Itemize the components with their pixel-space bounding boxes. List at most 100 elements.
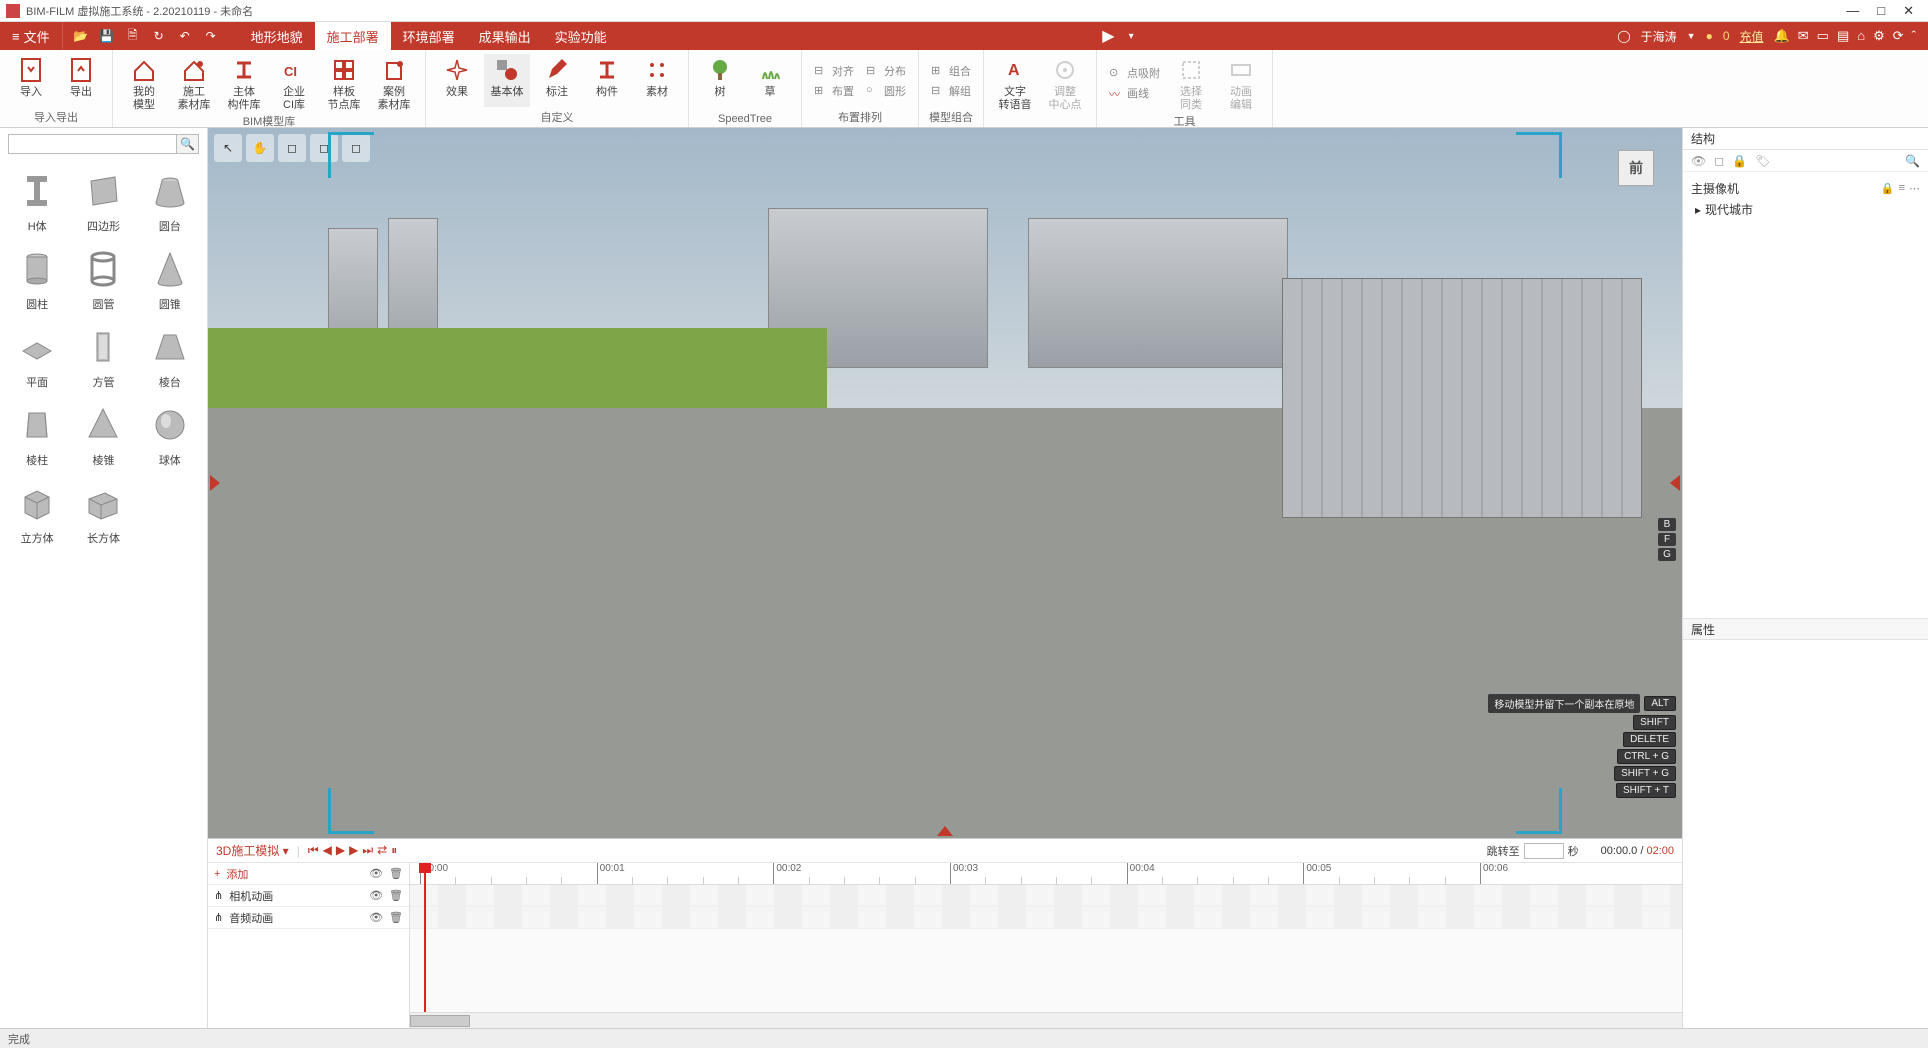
- saveas-icon[interactable]: 🗎: [125, 28, 141, 44]
- view-cube[interactable]: 前: [1606, 138, 1666, 198]
- mainlib-button[interactable]: 主体 构件库: [221, 54, 267, 111]
- lock-icon[interactable]: 🔒: [1732, 154, 1747, 168]
- tts-button[interactable]: A文字 转语音: [992, 54, 1038, 111]
- play-icon[interactable]: ▶: [1102, 26, 1114, 46]
- constlib-button[interactable]: 施工 素材库: [171, 54, 217, 111]
- lock-icon[interactable]: 🔒: [1881, 182, 1895, 195]
- tl-first-icon[interactable]: ⏮: [308, 843, 319, 858]
- play-dropdown-icon[interactable]: ▾: [1129, 31, 1134, 42]
- export-button[interactable]: 导出: [58, 54, 104, 107]
- scrollbar-thumb[interactable]: [410, 1015, 470, 1027]
- track-area[interactable]: 00:0000:0100:0200:0300:0400:0500:06: [410, 863, 1682, 1028]
- history-icon[interactable]: ↻: [151, 28, 167, 44]
- doc-icon[interactable]: ▤: [1837, 28, 1849, 44]
- shape-item-7[interactable]: 方管: [72, 324, 134, 390]
- home-icon[interactable]: ⌂: [1857, 28, 1865, 44]
- effect-button[interactable]: 效果: [434, 54, 480, 107]
- viewport-arrow-right[interactable]: [1670, 475, 1680, 491]
- primitive-button[interactable]: 基本体: [484, 54, 530, 107]
- tl-pause-icon[interactable]: ⏸: [391, 843, 397, 858]
- viewport-3d[interactable]: ↖ ✋ ◻ ◻ ◻ 前 B F G 移动模型并留下一个副本在原地ALT: [208, 128, 1682, 838]
- timeline-scrollbar[interactable]: [410, 1012, 1682, 1028]
- distribute-button[interactable]: ⊟分布: [862, 62, 910, 80]
- tag-icon[interactable]: 🏷: [1755, 154, 1770, 168]
- cilib-button[interactable]: CI企业 CI库: [271, 54, 317, 111]
- close-button[interactable]: ✕: [1903, 3, 1914, 19]
- tree-button[interactable]: 树: [697, 54, 743, 111]
- tab-experimental[interactable]: 实验功能: [543, 22, 619, 50]
- playhead[interactable]: [424, 863, 426, 1028]
- tab-construction[interactable]: 施工部署: [315, 22, 391, 50]
- track-lane-camera[interactable]: [410, 885, 1682, 907]
- jump-input[interactable]: [1524, 843, 1564, 859]
- shape-item-0[interactable]: H体: [6, 168, 68, 234]
- search-icon[interactable]: 🔍: [1905, 154, 1920, 168]
- mymodel-button[interactable]: 我的 模型: [121, 54, 167, 111]
- bell-icon[interactable]: 🔔: [1774, 28, 1790, 44]
- shape-item-8[interactable]: 棱台: [139, 324, 201, 390]
- view-cube-face[interactable]: 前: [1618, 150, 1654, 186]
- grass-button[interactable]: 草: [747, 54, 793, 111]
- trash-icon[interactable]: 🗑: [389, 889, 403, 902]
- cursor-tool-icon[interactable]: ↖: [214, 134, 242, 162]
- menu-icon[interactable]: ≡: [1899, 182, 1905, 195]
- pivot-button[interactable]: 调整 中心点: [1042, 54, 1088, 111]
- eye-icon[interactable]: 👁: [369, 911, 383, 924]
- user-name[interactable]: 于海涛: [1641, 28, 1677, 45]
- seltype-button[interactable]: 选择 同类: [1168, 54, 1214, 111]
- node-main-camera[interactable]: 主摄像机 🔒≡⋯: [1691, 178, 1920, 199]
- eye-icon[interactable]: 👁: [369, 867, 383, 880]
- shape-item-9[interactable]: 棱柱: [6, 402, 68, 468]
- more-icon[interactable]: ⋯: [1909, 182, 1920, 195]
- tab-environment[interactable]: 环境部署: [391, 22, 467, 50]
- gear-icon[interactable]: ⚙: [1873, 28, 1885, 44]
- shape-item-2[interactable]: 圆台: [139, 168, 201, 234]
- user-avatar-icon[interactable]: ◯: [1617, 29, 1630, 43]
- track-lane-audio[interactable]: [410, 907, 1682, 929]
- track-add[interactable]: + 添加 👁🗑: [208, 863, 409, 885]
- shape-item-12[interactable]: 立方体: [6, 480, 68, 546]
- tl-prev-icon[interactable]: ◀: [323, 843, 332, 858]
- file-menu-button[interactable]: ≡ 文件: [0, 22, 63, 50]
- refresh-icon[interactable]: ⟳: [1893, 28, 1904, 44]
- expand-icon[interactable]: ▸: [1695, 203, 1701, 217]
- ungroup-button[interactable]: ⊟解组: [927, 82, 975, 100]
- open-icon[interactable]: 📂: [73, 28, 89, 44]
- shape-item-4[interactable]: 圆管: [72, 246, 134, 312]
- tab-output[interactable]: 成果输出: [467, 22, 543, 50]
- import-button[interactable]: 导入: [8, 54, 54, 107]
- user-dropdown-icon[interactable]: ▼: [1687, 31, 1696, 41]
- material-button[interactable]: 素材: [634, 54, 680, 107]
- shape-item-13[interactable]: 长方体: [72, 480, 134, 546]
- maximize-button[interactable]: □: [1877, 3, 1885, 19]
- tl-play-icon[interactable]: ▶: [336, 843, 345, 858]
- trash-icon[interactable]: 🗑: [389, 911, 403, 924]
- viewport-arrow-left[interactable]: [210, 475, 220, 491]
- group-button[interactable]: ⊞组合: [927, 62, 975, 80]
- track-audio[interactable]: ⋔ 音频动画 👁🗑: [208, 907, 409, 929]
- undo-icon[interactable]: ↶: [177, 28, 193, 44]
- component-button[interactable]: 构件: [584, 54, 630, 107]
- caselib-button[interactable]: 案例 素材库: [371, 54, 417, 111]
- collapse-icon[interactable]: ˆ: [1912, 28, 1916, 44]
- timeline-ruler[interactable]: 00:0000:0100:0200:0300:0400:0500:06: [410, 863, 1682, 885]
- minimize-button[interactable]: —: [1846, 3, 1859, 19]
- shape-item-1[interactable]: 四边形: [72, 168, 134, 234]
- shape-item-6[interactable]: 平面: [6, 324, 68, 390]
- screen-icon[interactable]: ▭: [1817, 28, 1829, 44]
- save-icon[interactable]: 💾: [99, 28, 115, 44]
- tab-terrain[interactable]: 地形地貌: [239, 22, 315, 50]
- recharge-link[interactable]: 充值: [1740, 28, 1764, 45]
- line-button[interactable]: 〰画线: [1105, 84, 1164, 102]
- search-button[interactable]: 🔍: [177, 134, 199, 154]
- circle-button[interactable]: ○圆形: [862, 82, 910, 100]
- shape-item-3[interactable]: 圆柱: [6, 246, 68, 312]
- timeline-mode[interactable]: 3D施工模拟 ▾: [216, 842, 289, 859]
- tl-last-icon[interactable]: ⏭: [362, 843, 373, 858]
- cube-icon[interactable]: ◻: [1714, 154, 1724, 168]
- annot-button[interactable]: 标注: [534, 54, 580, 107]
- hand-tool-icon[interactable]: ✋: [246, 134, 274, 162]
- mail-icon[interactable]: ✉: [1798, 28, 1809, 44]
- track-camera[interactable]: ⋔ 相机动画 👁🗑: [208, 885, 409, 907]
- snap-button[interactable]: ⊙点吸附: [1105, 64, 1164, 82]
